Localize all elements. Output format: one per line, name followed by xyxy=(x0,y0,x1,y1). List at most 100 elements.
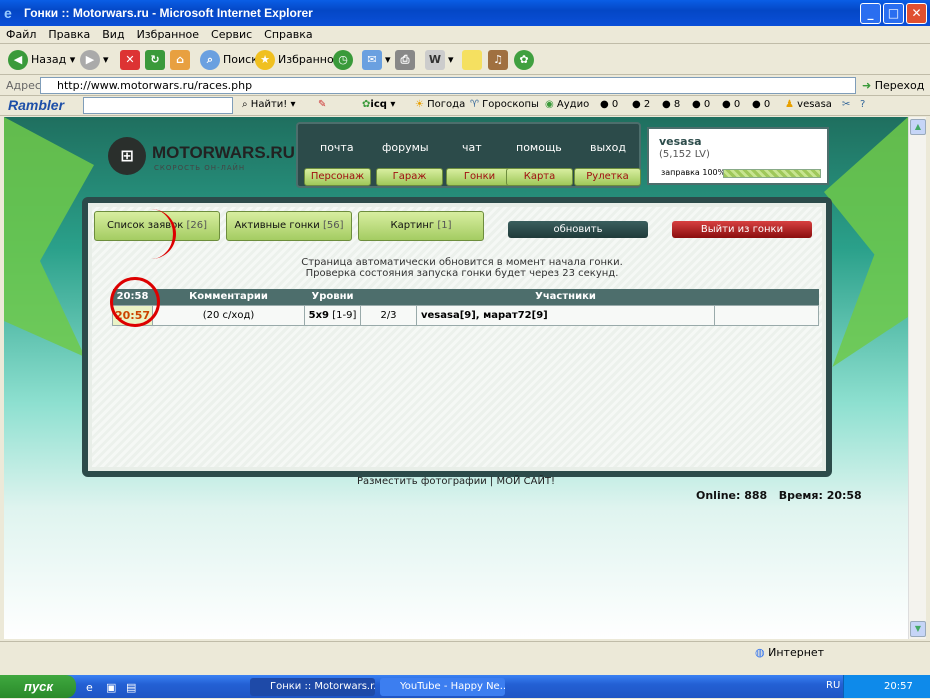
header-participants: Участники xyxy=(416,289,715,305)
nav-chat[interactable]: чат xyxy=(462,141,482,154)
clock: 20:57 xyxy=(884,681,913,692)
menu-favorites[interactable]: Избранное xyxy=(131,26,205,41)
flag-icon: ● xyxy=(662,99,671,110)
audio-button[interactable]: ◉ Аудио xyxy=(545,99,589,110)
online-time: Online: 888 Время: 20:58 xyxy=(696,489,862,502)
task-motorwars[interactable]: Гонки :: Motorwars.r... xyxy=(250,678,375,696)
nav-character[interactable]: Персонаж xyxy=(304,168,371,186)
home-icon: ⌂ xyxy=(170,50,190,70)
help-icon[interactable]: ? xyxy=(860,99,865,110)
media-button[interactable]: ♫ xyxy=(488,49,511,71)
user-name[interactable]: vesasa xyxy=(659,135,702,148)
menu-edit[interactable]: Правка xyxy=(42,26,96,41)
back-arrow-icon: ◀ xyxy=(8,50,28,70)
decor-leaf xyxy=(4,117,94,357)
stop-icon: ✕ xyxy=(120,50,140,70)
people-icon: ● xyxy=(632,99,641,110)
language-indicator[interactable]: RU xyxy=(826,680,840,691)
race-table: 20:58 Комментарии Уровни Участники 20:57… xyxy=(112,289,819,326)
counter-4[interactable]: ● 0 xyxy=(692,99,710,110)
note-icon xyxy=(462,50,482,70)
user-level: (5,152 LV) xyxy=(659,149,710,160)
nav-garage[interactable]: Гараж xyxy=(376,168,443,186)
nav-roulette[interactable]: Рулетка xyxy=(574,168,641,186)
stop-button[interactable]: ✕ xyxy=(120,49,143,71)
media-icon: ♫ xyxy=(488,50,508,70)
scroll-down-icon[interactable]: ▼ xyxy=(910,621,926,637)
pencil-icon[interactable]: ✎ xyxy=(318,99,326,110)
counter-5[interactable]: ● 0 xyxy=(722,99,740,110)
refresh-button[interactable]: обновить xyxy=(508,221,648,238)
footer-links[interactable]: Разместить фотографии | МОЙ САЙТ! xyxy=(4,476,908,487)
edit-button[interactable]: W ▾ xyxy=(425,49,454,71)
globe-icon: ◍ xyxy=(755,646,765,659)
refresh-page-button[interactable]: ↻ xyxy=(145,49,168,71)
horoscope-button[interactable]: ♈ Гороскопы xyxy=(470,99,539,110)
close-button[interactable]: ✕ xyxy=(906,3,927,24)
search-button[interactable]: ⌕ Поиск xyxy=(200,49,258,71)
quicklaunch-desktop-icon[interactable]: ▤ xyxy=(126,677,136,699)
task-youtube[interactable]: YouTube - Happy Ne... xyxy=(380,678,505,696)
user-icon: ♟ xyxy=(785,99,794,110)
tab-karting[interactable]: Картинг [1] xyxy=(358,211,484,241)
user-panel: vesasa (5,152 LV) заправка 100% xyxy=(647,127,829,185)
rambler-search-input[interactable] xyxy=(83,97,233,114)
tab-active-races[interactable]: Активные гонки [56] xyxy=(226,211,352,241)
forward-arrow-icon: ▶ xyxy=(80,50,100,70)
menu-help[interactable]: Справка xyxy=(258,26,318,41)
leave-race-button[interactable]: Выйти из гонки xyxy=(672,221,812,238)
site-logo[interactable]: ⊞ MOTORWARS.RU СКОРОСТЬ ОН-ЛАЙН xyxy=(108,137,295,177)
home-button[interactable]: ⌂ xyxy=(170,49,193,71)
fuel-label: заправка 100% xyxy=(661,168,726,177)
vertical-scrollbar[interactable]: ▲ ▼ xyxy=(908,117,926,639)
mail-icon: ✉ xyxy=(362,50,382,70)
forward-button[interactable]: ▶ ▾ xyxy=(80,49,109,71)
nav-forums[interactable]: форумы xyxy=(382,141,429,154)
counter-1[interactable]: ● 0 xyxy=(600,99,618,110)
back-button[interactable]: ◀ Назад ▾ xyxy=(8,49,75,71)
ie-icon: e xyxy=(4,5,12,21)
menu-tools[interactable]: Сервис xyxy=(205,26,258,41)
message-icon: ● xyxy=(692,99,701,110)
race-levels: 5x9 [1-9] xyxy=(304,304,361,326)
counter-3[interactable]: ● 8 xyxy=(662,99,680,110)
tools-icon[interactable]: ✂ xyxy=(842,99,850,110)
start-button[interactable]: пуск xyxy=(0,675,76,698)
menu-file[interactable]: Файл xyxy=(0,26,42,41)
nav-help[interactable]: помощь xyxy=(516,141,562,154)
rambler-logo[interactable]: Rambler xyxy=(8,97,64,113)
quicklaunch-ie-icon[interactable]: e xyxy=(86,677,93,699)
mail-icon: ● xyxy=(722,99,731,110)
quicklaunch-folder-icon[interactable]: ▣ xyxy=(106,677,116,699)
go-button[interactable]: ➜ Переход xyxy=(862,79,924,92)
history-button[interactable]: ◷ xyxy=(333,49,356,71)
print-button[interactable]: ⎙ xyxy=(395,49,418,71)
favorites-button[interactable]: ★ Избранное xyxy=(255,49,340,71)
nav-map[interactable]: Карта xyxy=(506,168,573,186)
counter-2[interactable]: ● 2 xyxy=(632,99,650,110)
chat-bubble-icon: ● xyxy=(600,99,609,110)
system-tray: 20:57 xyxy=(843,675,930,698)
scroll-up-icon[interactable]: ▲ xyxy=(910,119,926,135)
messenger-button[interactable]: ✿ xyxy=(514,49,537,71)
address-input[interactable]: http://www.motorwars.ru/races.php xyxy=(40,77,856,94)
nav-races[interactable]: Гонки xyxy=(446,168,513,186)
rambler-user[interactable]: ♟ vesasa xyxy=(785,99,832,110)
messenger-icon: ✿ xyxy=(514,50,534,70)
maximize-button[interactable]: □ xyxy=(883,3,904,24)
weather-button[interactable]: ☀ Погода xyxy=(415,99,465,110)
menu-view[interactable]: Вид xyxy=(96,26,130,41)
nav-exit[interactable]: выход xyxy=(590,141,626,154)
notes-button[interactable] xyxy=(462,49,485,71)
icq-button[interactable]: ✿icq ▾ xyxy=(362,99,395,110)
counter-6[interactable]: ● 0 xyxy=(752,99,770,110)
search-icon: ⌕ xyxy=(200,50,220,70)
mail-button[interactable]: ✉ ▾ xyxy=(362,49,391,71)
toolbar: ◀ Назад ▾ ▶ ▾ ✕ ↻ ⌂ ⌕ Поиск ★ Избранное ◷ ✉ ▾… xyxy=(0,45,930,75)
minimize-button[interactable]: _ xyxy=(860,3,881,24)
nav-mail[interactable]: почта xyxy=(320,141,354,154)
rambler-find-button[interactable]: ⌕ Найти! ▾ xyxy=(242,99,295,110)
race-participants[interactable]: vesasa[9], марат72[9] xyxy=(416,304,715,326)
star-icon: ★ xyxy=(255,50,275,70)
annotation-circle xyxy=(110,277,160,327)
